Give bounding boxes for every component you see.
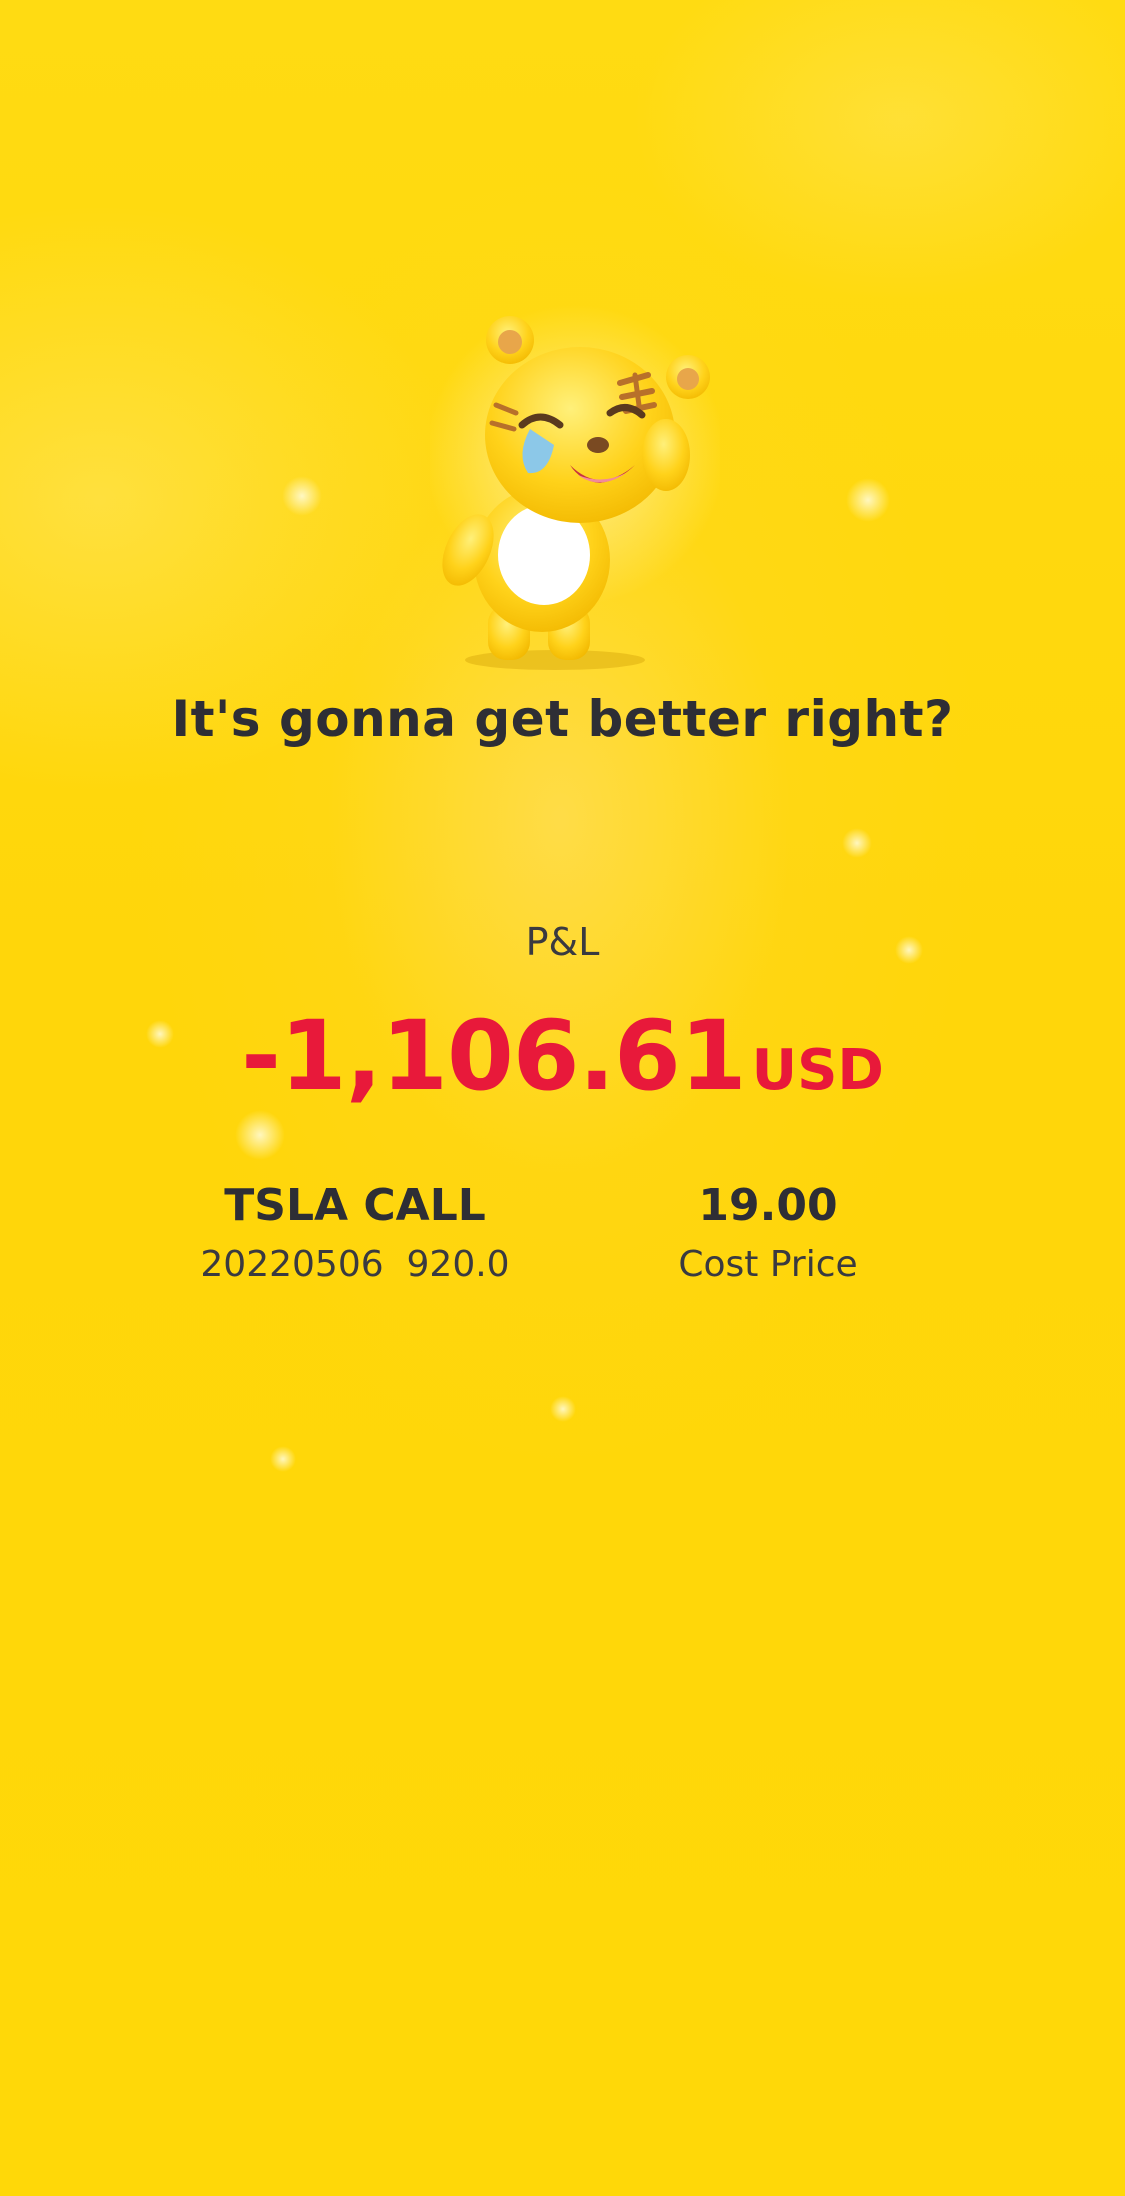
sparkle bbox=[550, 1396, 576, 1422]
pnl-amount: -1,106.61 bbox=[241, 1000, 747, 1112]
position-name: TSLA CALL bbox=[224, 1180, 486, 1231]
cost-info: 19.00 Cost Price bbox=[558, 1178, 978, 1290]
sparkle bbox=[842, 828, 872, 858]
sparkle bbox=[846, 478, 890, 522]
cost-price-value: 19.00 bbox=[698, 1180, 838, 1231]
cost-price-label: Cost Price bbox=[678, 1244, 858, 1285]
position-details: 20220506 920.0 bbox=[200, 1244, 510, 1285]
pnl-value: -1,106.61 USD bbox=[0, 1000, 1125, 1112]
sparkle bbox=[270, 1446, 296, 1472]
pnl-label: P&L bbox=[525, 920, 600, 964]
headline: It's gonna get better right? bbox=[171, 690, 954, 748]
pnl-currency: USD bbox=[751, 1038, 884, 1103]
position-info: TSLA CALL 20220506 920.0 bbox=[145, 1178, 565, 1290]
sparkle bbox=[235, 1110, 285, 1160]
crying-tiger-mascot-icon bbox=[430, 305, 720, 670]
sparkle bbox=[282, 476, 322, 516]
